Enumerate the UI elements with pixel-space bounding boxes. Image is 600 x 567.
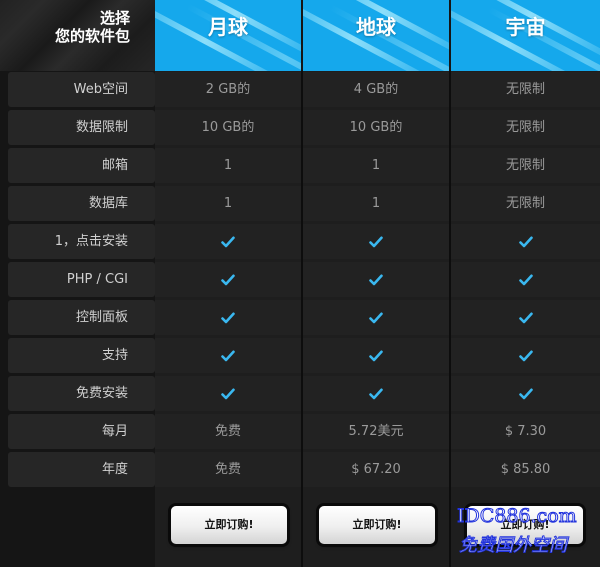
plan-name: 月球 bbox=[208, 15, 248, 39]
checkmark-icon bbox=[303, 224, 449, 259]
feature-value: 5.72美元 bbox=[303, 414, 449, 449]
feature-row: 数据限制 10 GB的 10 GB的 无限制 bbox=[0, 109, 600, 146]
feature-row: 控制面板 bbox=[0, 299, 600, 336]
checkmark-icon bbox=[451, 224, 600, 259]
feature-value: 10 GB的 bbox=[303, 110, 449, 145]
feature-row: 年度 免费 $ 67.20 $ 85.80 bbox=[0, 451, 600, 488]
table-title: 选择 您的软件包 bbox=[0, 0, 155, 71]
feature-label: Web空间 bbox=[8, 72, 155, 107]
feature-label: 每月 bbox=[8, 414, 155, 449]
feature-row: Web空间 2 GB的 4 GB的 无限制 bbox=[0, 71, 600, 108]
feature-value: 1 bbox=[303, 186, 449, 221]
plan-name: 宇宙 bbox=[505, 15, 546, 39]
plan-header-universe: 宇宙 bbox=[451, 0, 600, 71]
feature-value: 2 GB的 bbox=[155, 72, 301, 107]
feature-label: 支持 bbox=[8, 338, 155, 373]
feature-value: 无限制 bbox=[451, 148, 600, 183]
feature-value: $ 67.20 bbox=[303, 452, 449, 487]
checkmark-icon bbox=[155, 338, 301, 373]
feature-row: PHP / CGI bbox=[0, 261, 600, 298]
feature-value: 无限制 bbox=[451, 110, 600, 145]
feature-value: 4 GB的 bbox=[303, 72, 449, 107]
plan-header-moon: 月球 bbox=[155, 0, 301, 71]
feature-value: 无限制 bbox=[451, 72, 600, 107]
feature-value: 无限制 bbox=[451, 186, 600, 221]
feature-label: 控制面板 bbox=[8, 300, 155, 335]
feature-row: 1，点击安装 bbox=[0, 223, 600, 260]
checkmark-icon bbox=[155, 262, 301, 297]
plan-name: 地球 bbox=[356, 15, 396, 39]
feature-label: 年度 bbox=[8, 452, 155, 487]
checkmark-icon bbox=[155, 376, 301, 411]
feature-row: 支持 bbox=[0, 337, 600, 374]
order-now-button-moon[interactable]: 立即订购! bbox=[171, 506, 287, 544]
feature-label: 数据库 bbox=[8, 186, 155, 221]
feature-row: 每月 免费 5.72美元 $ 7.30 bbox=[0, 413, 600, 450]
feature-label: 邮箱 bbox=[8, 148, 155, 183]
feature-value: 1 bbox=[155, 148, 301, 183]
feature-value: $ 7.30 bbox=[451, 414, 600, 449]
checkmark-icon bbox=[155, 300, 301, 335]
footer-spacer bbox=[0, 487, 155, 567]
feature-value: 10 GB的 bbox=[155, 110, 301, 145]
pricing-table: 选择 您的软件包 月球 地球 宇宙 Web空间 2 GB的 4 GB的 无限制 数据限制… bbox=[0, 0, 600, 567]
checkmark-icon bbox=[303, 262, 449, 297]
feature-value: 1 bbox=[155, 186, 301, 221]
feature-row: 数据库 1 1 无限制 bbox=[0, 185, 600, 222]
checkmark-icon bbox=[155, 224, 301, 259]
feature-row: 邮箱 1 1 无限制 bbox=[0, 147, 600, 184]
title-line-2: 您的软件包 bbox=[54, 27, 130, 45]
feature-value: 1 bbox=[303, 148, 449, 183]
plan-header-earth: 地球 bbox=[303, 0, 449, 71]
checkmark-icon bbox=[303, 338, 449, 373]
feature-row: 免费安装 bbox=[0, 375, 600, 412]
order-now-button-universe[interactable]: 立即订购! bbox=[467, 506, 583, 544]
feature-label: PHP / CGI bbox=[8, 262, 155, 297]
feature-value: $ 85.80 bbox=[451, 452, 600, 487]
feature-label: 免费安装 bbox=[8, 376, 155, 411]
checkmark-icon bbox=[303, 376, 449, 411]
order-now-button-earth[interactable]: 立即订购! bbox=[319, 506, 435, 544]
title-line-1: 选择 bbox=[99, 9, 130, 27]
checkmark-icon bbox=[451, 376, 600, 411]
checkmark-icon bbox=[451, 300, 600, 335]
checkmark-icon bbox=[451, 338, 600, 373]
feature-value: 免费 bbox=[155, 414, 301, 449]
checkmark-icon bbox=[451, 262, 600, 297]
checkmark-icon bbox=[303, 300, 449, 335]
feature-value: 免费 bbox=[155, 452, 301, 487]
table-header: 选择 您的软件包 月球 地球 宇宙 bbox=[0, 0, 600, 71]
feature-label: 1，点击安装 bbox=[8, 224, 155, 259]
feature-label: 数据限制 bbox=[8, 110, 155, 145]
